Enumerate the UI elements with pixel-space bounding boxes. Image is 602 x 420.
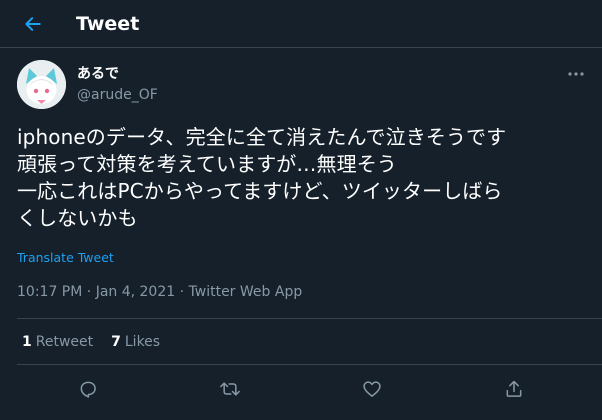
more-button[interactable] [566,64,586,84]
avatar[interactable] [17,60,66,109]
retweet-button[interactable] [219,378,241,400]
reply-button[interactable] [77,378,99,400]
retweets-stat[interactable]: 1 Retweet [22,333,93,351]
likes-label: Likes [124,334,161,350]
author-handle[interactable]: @arude_OF [77,86,158,104]
retweet-icon [220,382,240,396]
tweet-text: iphoneのデータ、完全に全て消えたんで泣きそうです 頑張って対策を考えていま… [17,125,507,230]
tweet-time[interactable]: 10:17 PM [17,284,82,300]
like-button[interactable] [361,378,383,400]
divider [17,364,602,365]
reply-icon [80,381,96,398]
arrow-left-icon [25,17,41,31]
more-dots-icon [568,72,584,76]
tweet-date[interactable]: Jan 4, 2021 [96,284,175,300]
tweet-source[interactable]: Twitter Web App [189,284,303,300]
divider [17,318,602,319]
tweet-header: Tweet [0,0,602,48]
share-button[interactable] [503,378,525,400]
page-title: Tweet [76,13,140,35]
meta-separator: · [86,284,96,300]
avatar-image [17,60,66,109]
heart-icon [363,381,381,397]
meta-separator: · [179,284,189,300]
likes-stat[interactable]: 7 Likes [111,333,160,351]
retweets-count: 1 [22,334,32,350]
author-name[interactable]: あるで [77,65,119,83]
share-icon [506,380,522,397]
translate-tweet-link[interactable]: Translate Tweet [17,250,114,266]
likes-count: 7 [111,334,121,350]
retweets-label: Retweet [35,334,94,350]
tweet-stats: 1 Retweet 7 Likes [22,333,160,351]
back-button[interactable] [21,12,45,36]
tweet-meta: 10:17 PM · Jan 4, 2021 · Twitter Web App [17,283,302,301]
